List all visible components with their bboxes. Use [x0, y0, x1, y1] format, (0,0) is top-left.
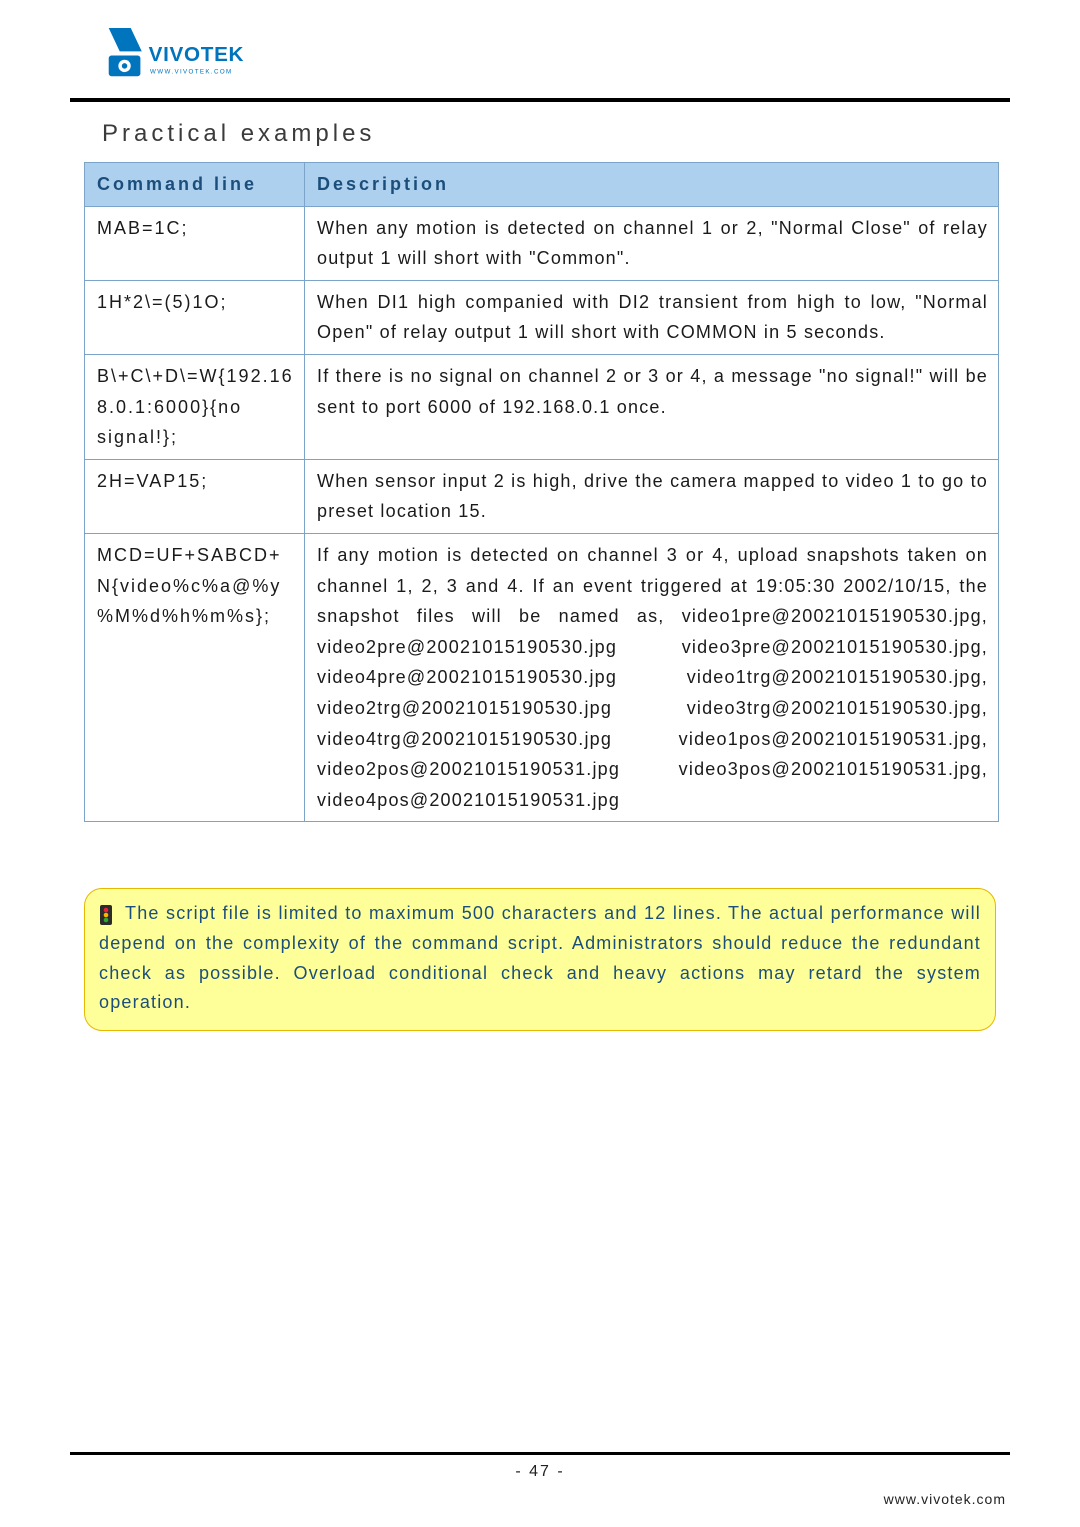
table-row: MCD=UF+SABCD+N{video%c%a@%y%M%d%h%m%s}; … [85, 533, 999, 821]
cell-desc: When sensor input 2 is high, drive the c… [305, 459, 999, 533]
cell-cmd: MCD=UF+SABCD+N{video%c%a@%y%M%d%h%m%s}; [85, 533, 305, 821]
cell-cmd: 1H*2\=(5)1O; [85, 280, 305, 354]
table-row: MAB=1C; When any motion is detected on c… [85, 206, 999, 280]
cell-cmd: MAB=1C; [85, 206, 305, 280]
table-row: 2H=VAP15; When sensor input 2 is high, d… [85, 459, 999, 533]
header-rule [70, 98, 1010, 102]
section-title: Practical examples [102, 120, 1010, 148]
header-description: Description [305, 163, 999, 207]
table-row: B\+C\+D\=W{192.168.0.1:6000}{no signal!}… [85, 354, 999, 459]
page-number: - 47 - [0, 1463, 1080, 1481]
header-command-line: Command line [85, 163, 305, 207]
cell-desc: If any motion is detected on channel 3 o… [305, 533, 999, 821]
vivotek-logo: VIVOTEK WWW.VIVOTEK.COM [100, 28, 280, 90]
note-box: The script file is limited to maximum 50… [84, 888, 996, 1031]
cell-desc: If there is no signal on channel 2 or 3 … [305, 354, 999, 459]
cell-cmd: 2H=VAP15; [85, 459, 305, 533]
logo-wrap: VIVOTEK WWW.VIVOTEK.COM [100, 28, 1010, 90]
examples-table: Command line Description MAB=1C; When an… [84, 162, 999, 822]
footer-rule [70, 1452, 1010, 1455]
cell-desc: When any motion is detected on channel 1… [305, 206, 999, 280]
cell-cmd: B\+C\+D\=W{192.168.0.1:6000}{no signal!}… [85, 354, 305, 459]
page: VIVOTEK WWW.VIVOTEK.COM Practical exampl… [0, 0, 1080, 1527]
table-header-row: Command line Description [85, 163, 999, 207]
footer-url: www.vivotek.com [884, 1491, 1006, 1507]
svg-text:WWW.VIVOTEK.COM: WWW.VIVOTEK.COM [150, 68, 233, 75]
svg-text:VIVOTEK: VIVOTEK [149, 43, 244, 66]
traffic-light-icon [99, 905, 113, 925]
table-row: 1H*2\=(5)1O; When DI1 high companied wit… [85, 280, 999, 354]
note-text: The script file is limited to maximum 50… [99, 903, 981, 1012]
cell-desc: When DI1 high companied with DI2 transie… [305, 280, 999, 354]
